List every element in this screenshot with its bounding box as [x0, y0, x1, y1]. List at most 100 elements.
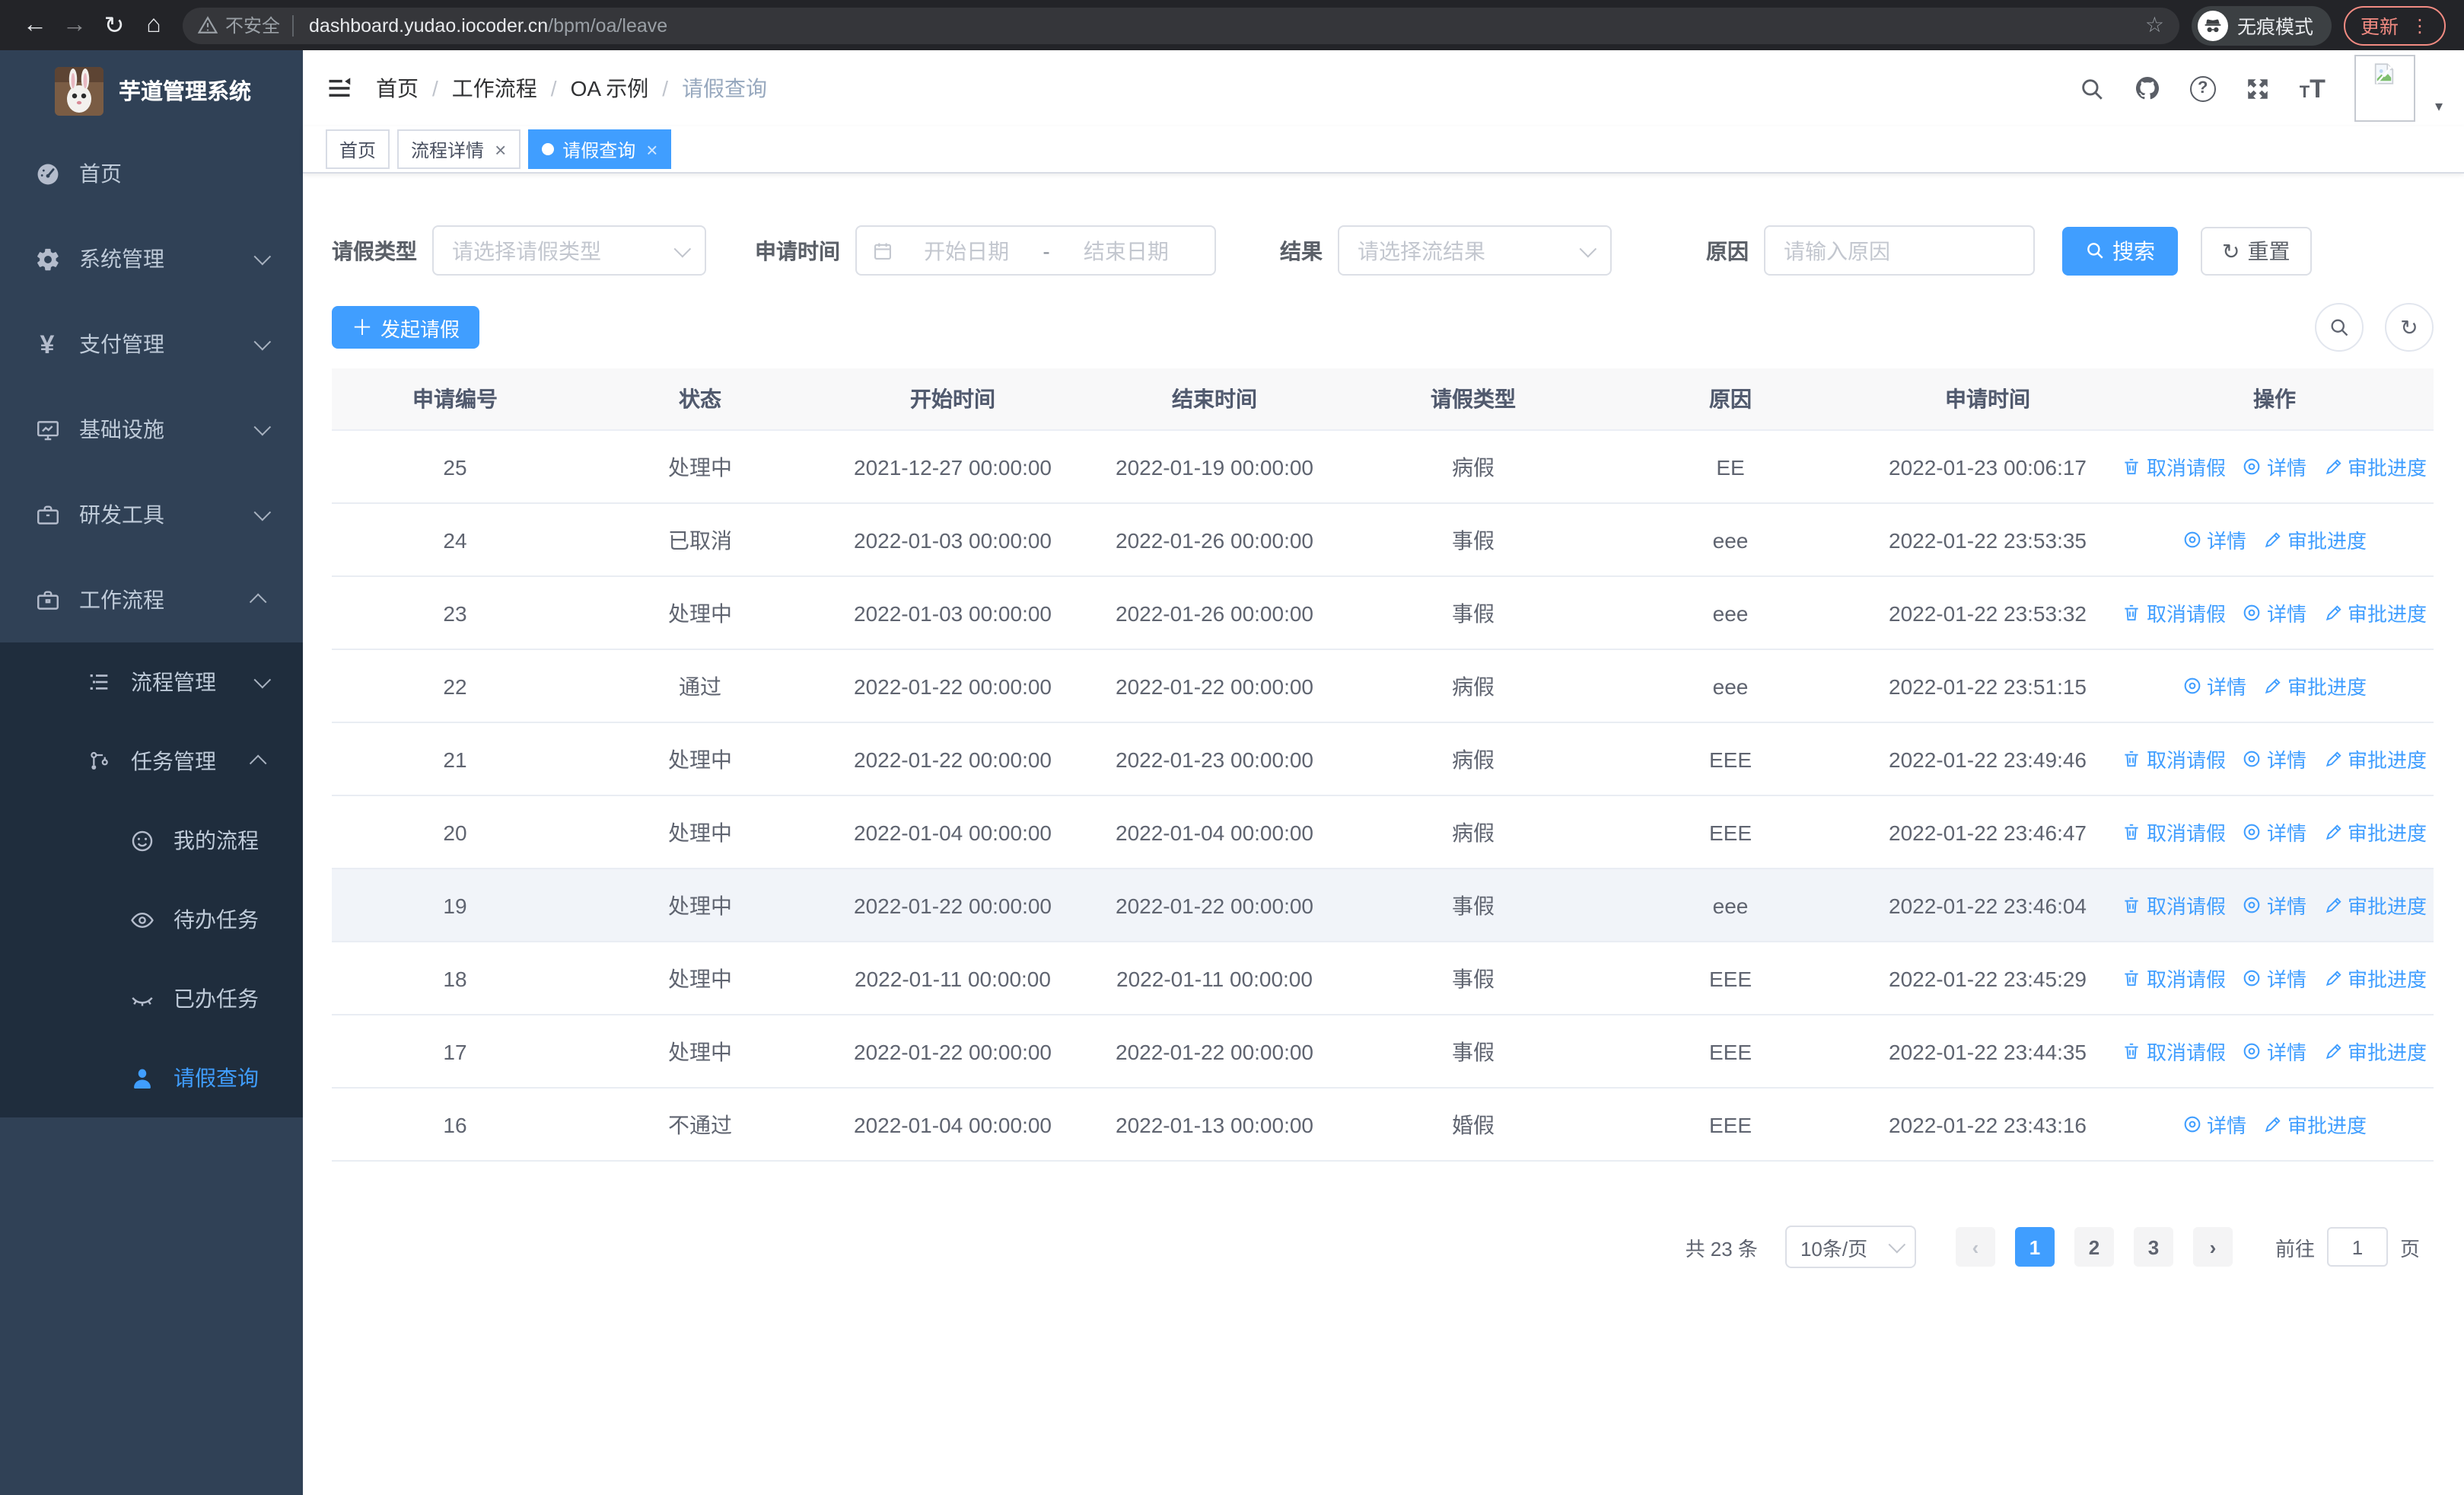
- leave-type-select[interactable]: 请选择请假类型: [432, 225, 706, 276]
- bookmark-star-icon[interactable]: ☆: [2145, 12, 2164, 38]
- github-icon[interactable]: [2134, 75, 2161, 102]
- help-icon[interactable]: ?: [2189, 75, 2216, 101]
- approval-progress-link[interactable]: 审批进度: [2263, 525, 2367, 554]
- breadcrumb-home[interactable]: 首页: [376, 73, 419, 104]
- cancel-leave-link[interactable]: 取消请假: [2122, 964, 2226, 993]
- sidebar-item-devtools[interactable]: 研发工具: [0, 472, 303, 557]
- sidebar-item-process-mgmt[interactable]: 流程管理: [0, 642, 303, 722]
- detail-link[interactable]: 详情: [2182, 525, 2246, 554]
- cell-type: 病假: [1345, 795, 1601, 869]
- gear-icon: [33, 245, 61, 273]
- cell-actions: 详情 审批进度: [2115, 503, 2434, 577]
- user-avatar[interactable]: [2354, 55, 2415, 122]
- breadcrumb-workflow[interactable]: 工作流程: [452, 73, 537, 104]
- tab-leave-query[interactable]: 请假查询 ×: [527, 129, 672, 169]
- font-size-icon[interactable]: TT: [2300, 75, 2326, 101]
- detail-link[interactable]: 详情: [2243, 818, 2306, 846]
- cancel-leave-link[interactable]: 取消请假: [2122, 598, 2226, 627]
- show-search-button[interactable]: [2315, 303, 2364, 352]
- page-button-3[interactable]: 3: [2133, 1227, 2173, 1267]
- detail-link[interactable]: 详情: [2243, 452, 2306, 481]
- approval-progress-link[interactable]: 审批进度: [2263, 1110, 2367, 1139]
- detail-link[interactable]: 详情: [2243, 598, 2306, 627]
- breadcrumb-current: 请假查询: [682, 76, 768, 100]
- approval-progress-link[interactable]: 审批进度: [2323, 598, 2427, 627]
- security-warning-icon[interactable]: [198, 15, 218, 35]
- prev-page-button[interactable]: ‹: [1955, 1227, 1995, 1267]
- detail-link[interactable]: 详情: [2243, 1037, 2306, 1066]
- page-button-1[interactable]: 1: [2014, 1227, 2055, 1267]
- filter-form: 请假类型 请选择请假类型 申请时间 开始日期 - 结束日期 结果 请选择流结果 …: [332, 225, 2434, 276]
- approval-progress-link[interactable]: 审批进度: [2323, 744, 2427, 773]
- detail-link[interactable]: 详情: [2243, 891, 2306, 920]
- cell-status: 不通过: [578, 1088, 822, 1162]
- sidebar-item-todo-tasks[interactable]: 待办任务: [0, 880, 303, 959]
- tab-process-detail[interactable]: 流程详情 ×: [397, 129, 520, 169]
- cancel-leave-link[interactable]: 取消请假: [2122, 1037, 2226, 1066]
- cell-status: 处理中: [578, 795, 822, 869]
- browser-back-icon[interactable]: ←: [15, 11, 55, 39]
- sidebar-item-leave-query[interactable]: 请假查询: [0, 1038, 303, 1117]
- cancel-leave-link[interactable]: 取消请假: [2122, 452, 2226, 481]
- sidebar-item-system[interactable]: 系统管理: [0, 216, 303, 301]
- cell-start: 2022-01-22 00:00:00: [822, 649, 1084, 723]
- cancel-leave-link[interactable]: 取消请假: [2122, 744, 2226, 773]
- browser-update-button[interactable]: 更新 ⋮: [2343, 5, 2446, 45]
- sidebar-item-payment[interactable]: ¥ 支付管理: [0, 301, 303, 387]
- breadcrumb-oa-example[interactable]: OA 示例: [571, 73, 649, 104]
- approval-progress-link[interactable]: 审批进度: [2323, 964, 2427, 993]
- approval-progress-link[interactable]: 审批进度: [2323, 891, 2427, 920]
- result-select[interactable]: 请选择流结果: [1338, 225, 1612, 276]
- url-path[interactable]: /bpm/oa/leave: [548, 14, 2133, 36]
- fullscreen-icon[interactable]: [2245, 75, 2271, 101]
- reset-button[interactable]: ↻ 重置: [2201, 226, 2312, 275]
- screen: ← → ↻ ⌂ 不安全 dashboard.yudao.iocoder.cn /…: [0, 0, 2464, 1495]
- approval-progress-link[interactable]: 审批进度: [2323, 818, 2427, 846]
- cell-id: 23: [332, 576, 578, 650]
- search-icon[interactable]: [2079, 75, 2105, 101]
- create-leave-button[interactable]: ＋ 发起请假: [332, 306, 480, 349]
- page-button-2[interactable]: 2: [2074, 1227, 2114, 1267]
- search-button[interactable]: 搜索: [2062, 226, 2178, 275]
- next-page-button[interactable]: ›: [2192, 1227, 2233, 1267]
- sidebar-item-label: 待办任务: [173, 907, 259, 932]
- browser-menu-icon[interactable]: ⋮: [2411, 14, 2429, 36]
- detail-link[interactable]: 详情: [2243, 964, 2306, 993]
- sidebar-item-infrastructure[interactable]: 基础设施: [0, 387, 303, 472]
- security-label[interactable]: 不安全: [225, 12, 280, 38]
- app-logo[interactable]: 芋道管理系统: [0, 50, 303, 131]
- approval-progress-link[interactable]: 审批进度: [2323, 452, 2427, 481]
- detail-link[interactable]: 详情: [2182, 671, 2246, 700]
- tab-home[interactable]: 首页: [326, 129, 390, 169]
- sidebar-item-task-mgmt[interactable]: 任务管理: [0, 722, 303, 801]
- cancel-leave-link[interactable]: 取消请假: [2122, 891, 2226, 920]
- top-navbar: 首页 / 工作流程 / OA 示例 / 请假查询 ? T T ▾: [303, 50, 2464, 126]
- cancel-leave-link[interactable]: 取消请假: [2122, 818, 2226, 846]
- close-icon[interactable]: ×: [495, 139, 506, 159]
- chevron-down-icon[interactable]: ▾: [2435, 99, 2443, 116]
- cell-start: 2021-12-27 00:00:00: [822, 430, 1084, 504]
- browser-reload-icon[interactable]: ↻: [94, 10, 134, 40]
- refresh-table-button[interactable]: ↻: [2385, 303, 2434, 352]
- sidebar-item-my-process[interactable]: 我的流程: [0, 801, 303, 880]
- sidebar-item-home[interactable]: 首页: [0, 131, 303, 216]
- url-domain[interactable]: dashboard.yudao.iocoder.cn: [309, 14, 548, 36]
- apply-time-range-picker[interactable]: 开始日期 - 结束日期: [855, 225, 1216, 276]
- reason-input[interactable]: [1765, 227, 2033, 274]
- cell-end: 2022-01-26 00:00:00: [1084, 576, 1345, 650]
- goto-page-input[interactable]: [2326, 1227, 2388, 1267]
- sidebar-collapse-icon[interactable]: [303, 75, 376, 102]
- detail-link[interactable]: 详情: [2182, 1110, 2246, 1139]
- detail-link[interactable]: 详情: [2243, 744, 2306, 773]
- approval-progress-link[interactable]: 审批进度: [2323, 1037, 2427, 1066]
- close-icon[interactable]: ×: [646, 139, 657, 159]
- approval-progress-link[interactable]: 审批进度: [2263, 671, 2367, 700]
- browser-home-icon[interactable]: ⌂: [134, 11, 173, 39]
- sidebar-item-done-tasks[interactable]: 已办任务: [0, 959, 303, 1038]
- address-bar[interactable]: 不安全 dashboard.yudao.iocoder.cn /bpm/oa/l…: [183, 7, 2179, 43]
- cell-actions: 取消请假 详情 审批进度: [2115, 576, 2434, 650]
- browser-forward-icon[interactable]: →: [55, 11, 94, 39]
- page-size-select[interactable]: 10条/页: [1784, 1226, 1916, 1268]
- update-label[interactable]: 更新: [2361, 11, 2399, 40]
- sidebar-item-workflow[interactable]: 工作流程: [0, 557, 303, 642]
